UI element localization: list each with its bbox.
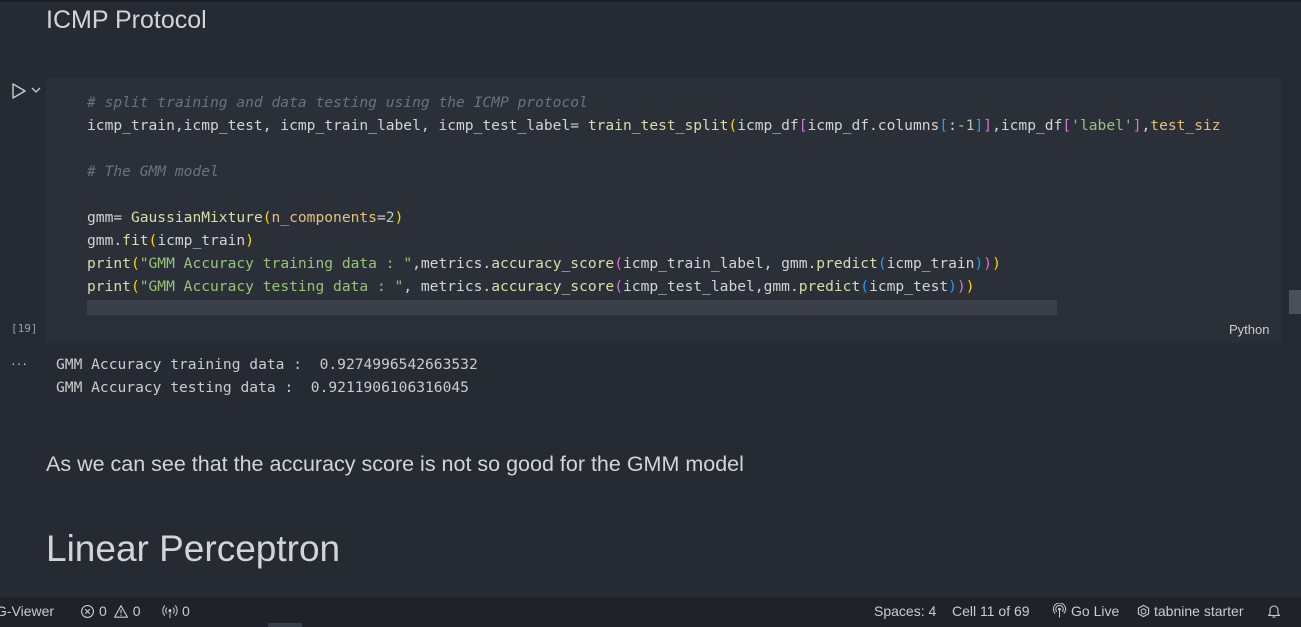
output-line: GMM Accuracy training data : 0.927499654… bbox=[56, 356, 478, 373]
status-ports[interactable]: 0 bbox=[162, 603, 190, 619]
warning-count: 0 bbox=[132, 603, 141, 619]
golive-icon bbox=[1052, 603, 1067, 618]
play-icon[interactable] bbox=[10, 82, 28, 100]
warning-icon bbox=[113, 604, 128, 618]
panel-toggle-strip bbox=[268, 623, 302, 627]
broadcast-icon bbox=[162, 604, 178, 618]
status-viewer[interactable]: G-Viewer bbox=[0, 603, 54, 619]
cell-language-button[interactable]: Python bbox=[1229, 322, 1269, 337]
code-line: # split training and data testing using … bbox=[87, 94, 588, 111]
status-indentation[interactable]: Spaces: 4 bbox=[874, 603, 936, 619]
code-line: print("GMM Accuracy testing data : ", me… bbox=[87, 278, 975, 295]
chevron-down-icon[interactable] bbox=[30, 84, 42, 96]
tabnine-label: tabnine starter bbox=[1154, 603, 1244, 619]
status-problems[interactable]: 0 0 bbox=[80, 603, 141, 619]
output-more-button[interactable]: ··· bbox=[11, 355, 28, 371]
code-editor[interactable]: # split training and data testing using … bbox=[87, 91, 1221, 298]
section-heading: ICMP Protocol bbox=[46, 6, 207, 34]
status-bar: G-Viewer 0 0 0 Spaces: 4 Cell 11 of 69 G… bbox=[0, 597, 1301, 627]
cursor-line bbox=[87, 300, 1057, 315]
code-cell[interactable]: # split training and data testing using … bbox=[46, 78, 1281, 343]
code-line: print("GMM Accuracy training data : ",me… bbox=[87, 255, 1001, 272]
markdown-text: As we can see that the accuracy score is… bbox=[46, 452, 744, 476]
top-border bbox=[0, 0, 1301, 2]
cell-output: GMM Accuracy training data : 0.927499654… bbox=[56, 353, 478, 399]
execution-count: [19] bbox=[11, 322, 38, 335]
cell-run-controls[interactable] bbox=[6, 80, 44, 102]
cell-position-label: Cell 11 of 69 bbox=[952, 603, 1030, 619]
main-heading: Linear Perceptron bbox=[46, 528, 341, 569]
bell-icon bbox=[1267, 605, 1281, 618]
status-cell-position[interactable]: Cell 11 of 69 bbox=[952, 603, 1030, 619]
code-line: icmp_train,icmp_test, icmp_train_label, … bbox=[87, 114, 1221, 137]
error-icon bbox=[81, 604, 94, 618]
output-line: GMM Accuracy testing data : 0.9211906106… bbox=[56, 379, 469, 396]
ports-count: 0 bbox=[182, 603, 190, 619]
status-tabnine[interactable]: tabnine starter bbox=[1137, 603, 1244, 619]
status-notifications[interactable] bbox=[1266, 603, 1282, 619]
status-golive[interactable]: Go Live bbox=[1052, 603, 1119, 619]
code-line-text: icmp_train,icmp_test, icmp_train_label, … bbox=[87, 117, 1221, 134]
error-count: 0 bbox=[99, 603, 107, 619]
scrollbar-thumb[interactable] bbox=[1289, 290, 1301, 314]
golive-label: Go Live bbox=[1071, 603, 1120, 619]
spaces-label: Spaces: 4 bbox=[874, 603, 937, 619]
code-line: gmm.fit(icmp_train) bbox=[87, 232, 254, 249]
tabnine-icon bbox=[1137, 604, 1150, 618]
status-viewer-label: G-Viewer bbox=[0, 603, 55, 619]
code-line: gmm= GaussianMixture(n_components=2) bbox=[87, 209, 404, 226]
code-line: # The GMM model bbox=[87, 163, 219, 180]
